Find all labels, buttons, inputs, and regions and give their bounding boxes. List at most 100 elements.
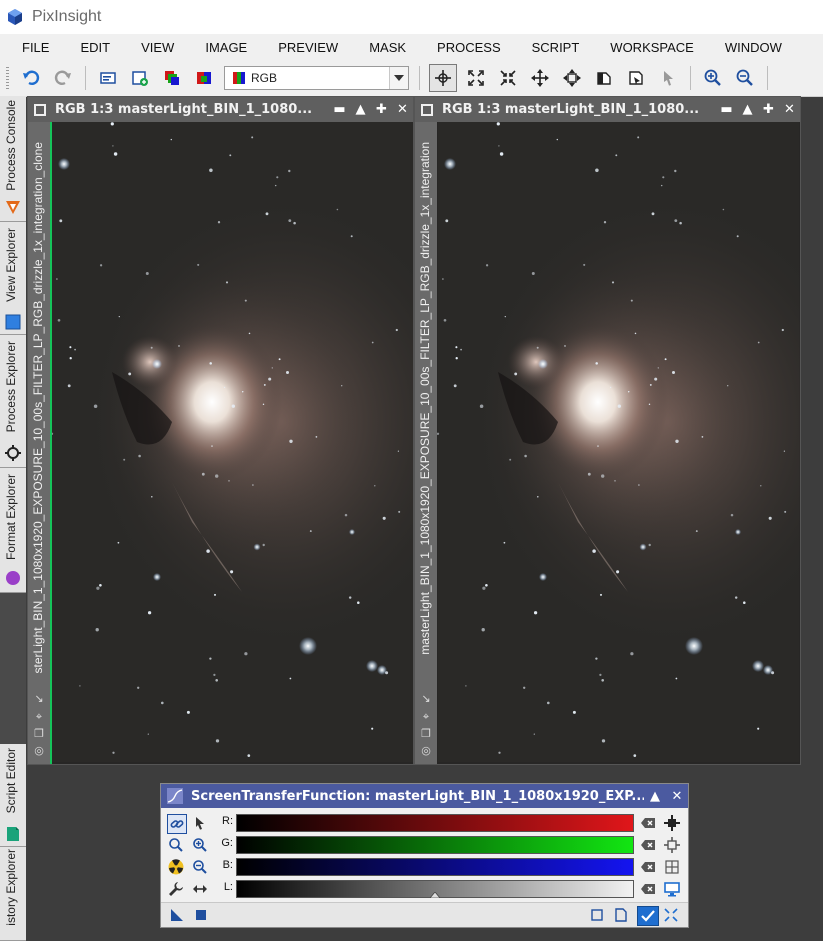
clone-icon[interactable]: ❐	[419, 727, 433, 741]
reset-blue-button[interactable]	[640, 859, 656, 875]
options-button[interactable]	[167, 880, 185, 898]
menu-file[interactable]: FILE	[12, 40, 59, 55]
new-image-button[interactable]	[127, 65, 153, 91]
preview-mode-button[interactable]	[591, 65, 617, 91]
menu-window[interactable]: WINDOW	[715, 40, 792, 55]
stf-slider-red[interactable]	[236, 814, 634, 832]
pan-mode-button[interactable]	[527, 65, 553, 91]
image-canvas[interactable]	[437, 122, 800, 764]
apply-to-all-views-button[interactable]	[664, 881, 680, 897]
crosshair-small-icon[interactable]: ⌖	[32, 710, 46, 724]
browse-documentation-button[interactable]	[589, 907, 605, 923]
minimize-button[interactable]: ▬	[716, 102, 737, 117]
close-button[interactable]: ✕	[779, 102, 800, 117]
menu-image[interactable]: IMAGE	[195, 40, 257, 55]
menu-edit[interactable]: EDIT	[70, 40, 120, 55]
edit-mode-button[interactable]	[191, 814, 209, 832]
zoom-out-button[interactable]	[732, 65, 758, 91]
edit-preview-button[interactable]	[623, 65, 649, 91]
window-titlebar[interactable]: RGB 1:3 masterLight_BIN_1_1080... ▬ ▲ ✚ …	[415, 97, 800, 122]
stf-titlebar[interactable]: ScreenTransferFunction: masterLight_BIN_…	[161, 784, 688, 808]
stf-bottom-bar	[161, 902, 688, 927]
auto-stretch-linked-button[interactable]	[664, 859, 680, 875]
rgb-channels-button[interactable]	[159, 65, 185, 91]
settings-small-icon[interactable]: ◎	[32, 744, 46, 758]
zoom-to-fit-button[interactable]	[495, 65, 521, 91]
view-info-button[interactable]	[95, 65, 121, 91]
center-view-button[interactable]	[559, 65, 585, 91]
clone-icon[interactable]: ❐	[32, 727, 46, 741]
auto-stretch-boost-button[interactable]	[664, 837, 680, 853]
track-view-button[interactable]	[167, 858, 185, 876]
tab-history-explorer[interactable]: istory Explorer	[0, 847, 26, 941]
maximize-button[interactable]: ✚	[371, 102, 392, 117]
image-window-clone[interactable]: RGB 1:3 masterLight_BIN_1_1080... ▬ ▲ ✚ …	[27, 96, 414, 765]
new-instance-button[interactable]	[169, 907, 185, 923]
view-side-tab[interactable]: sterLight_BIN_1_1080x1920_EXPOSURE_10_00…	[28, 122, 50, 764]
settings-small-icon[interactable]: ◎	[419, 744, 433, 758]
apply-button[interactable]	[637, 906, 659, 926]
window-titlebar[interactable]: RGB 1:3 masterLight_BIN_1_1080... ▬ ▲ ✚ …	[28, 97, 413, 122]
dynamic-select-button[interactable]	[655, 65, 681, 91]
menu-preview[interactable]: PREVIEW	[268, 40, 348, 55]
nebula-image	[52, 122, 413, 762]
crosshair-small-icon[interactable]: ⌖	[419, 710, 433, 724]
readout-mode-button[interactable]	[429, 64, 457, 92]
undo-icon	[23, 70, 40, 85]
shade-button[interactable]: ▲	[737, 102, 758, 117]
stf-dialog[interactable]: ScreenTransferFunction: masterLight_BIN_…	[160, 783, 689, 928]
stf-slider-green[interactable]	[236, 836, 634, 854]
view-info-icon	[100, 72, 116, 84]
menu-workspace[interactable]: WORKSPACE	[600, 40, 704, 55]
fit-view-button[interactable]	[463, 65, 489, 91]
view-side-tab[interactable]: masterLight_BIN_1_1080x1920_EXPOSURE_10_…	[415, 122, 437, 764]
reset-luminance-button[interactable]	[640, 881, 656, 897]
shade-button[interactable]: ▲	[350, 102, 371, 117]
close-button[interactable]: ✕	[392, 102, 413, 117]
link-channels-button[interactable]	[167, 814, 187, 834]
fit-width-button[interactable]	[191, 880, 209, 898]
zoom-in-plus-button[interactable]	[191, 836, 209, 854]
zoom-in-button[interactable]	[700, 65, 726, 91]
format-explorer-icon	[6, 571, 20, 585]
menu-mask[interactable]: MASK	[359, 40, 416, 55]
tab-script-editor[interactable]: Script Editor	[0, 744, 26, 847]
channel-split-button[interactable]	[191, 65, 217, 91]
collapse-button[interactable]	[663, 907, 679, 923]
square-icon	[591, 909, 603, 921]
auto-stretch-button[interactable]	[664, 815, 680, 831]
close-button[interactable]: ✕	[666, 789, 688, 804]
midtones-marker-icon[interactable]	[430, 892, 440, 898]
minimize-button[interactable]: ▬	[329, 102, 350, 117]
tab-format-explorer[interactable]: Format Explorer	[0, 468, 26, 593]
maximize-button[interactable]: ✚	[758, 102, 779, 117]
channel-label: R:	[222, 815, 233, 827]
window-icon	[421, 103, 433, 116]
reset-red-button[interactable]	[640, 815, 656, 831]
menu-view[interactable]: VIEW	[131, 40, 184, 55]
apply-global-button[interactable]	[193, 907, 209, 923]
tab-process-console[interactable]: Process Console	[0, 96, 26, 222]
stf-slider-blue[interactable]	[236, 858, 634, 876]
toolbar-grip[interactable]	[6, 67, 9, 89]
redo-button[interactable]	[50, 65, 76, 91]
undo-button[interactable]	[18, 65, 44, 91]
tab-view-explorer[interactable]: View Explorer	[0, 222, 26, 335]
menu-process[interactable]: PROCESS	[427, 40, 511, 55]
zoom-out-button[interactable]	[191, 858, 209, 876]
reset-instance-button[interactable]	[613, 907, 629, 923]
zoom-in-button[interactable]	[167, 836, 185, 854]
arrow-icon[interactable]: ↘	[419, 692, 433, 706]
arrow-icon[interactable]: ↘	[32, 692, 46, 706]
reset-green-button[interactable]	[640, 837, 656, 853]
shade-button[interactable]: ▲	[644, 789, 666, 804]
color-space-combo[interactable]: RGB	[224, 66, 409, 90]
move-icon	[531, 69, 549, 87]
menu-script[interactable]: SCRIPT	[522, 40, 590, 55]
apply-global-icon	[196, 910, 206, 920]
image-window-integration[interactable]: RGB 1:3 masterLight_BIN_1_1080... ▬ ▲ ✚ …	[414, 96, 801, 765]
chevron-down-icon[interactable]	[389, 67, 408, 89]
image-canvas[interactable]	[50, 122, 413, 764]
stf-slider-luminance[interactable]	[236, 880, 634, 898]
tab-process-explorer[interactable]: Process Explorer	[0, 335, 26, 468]
